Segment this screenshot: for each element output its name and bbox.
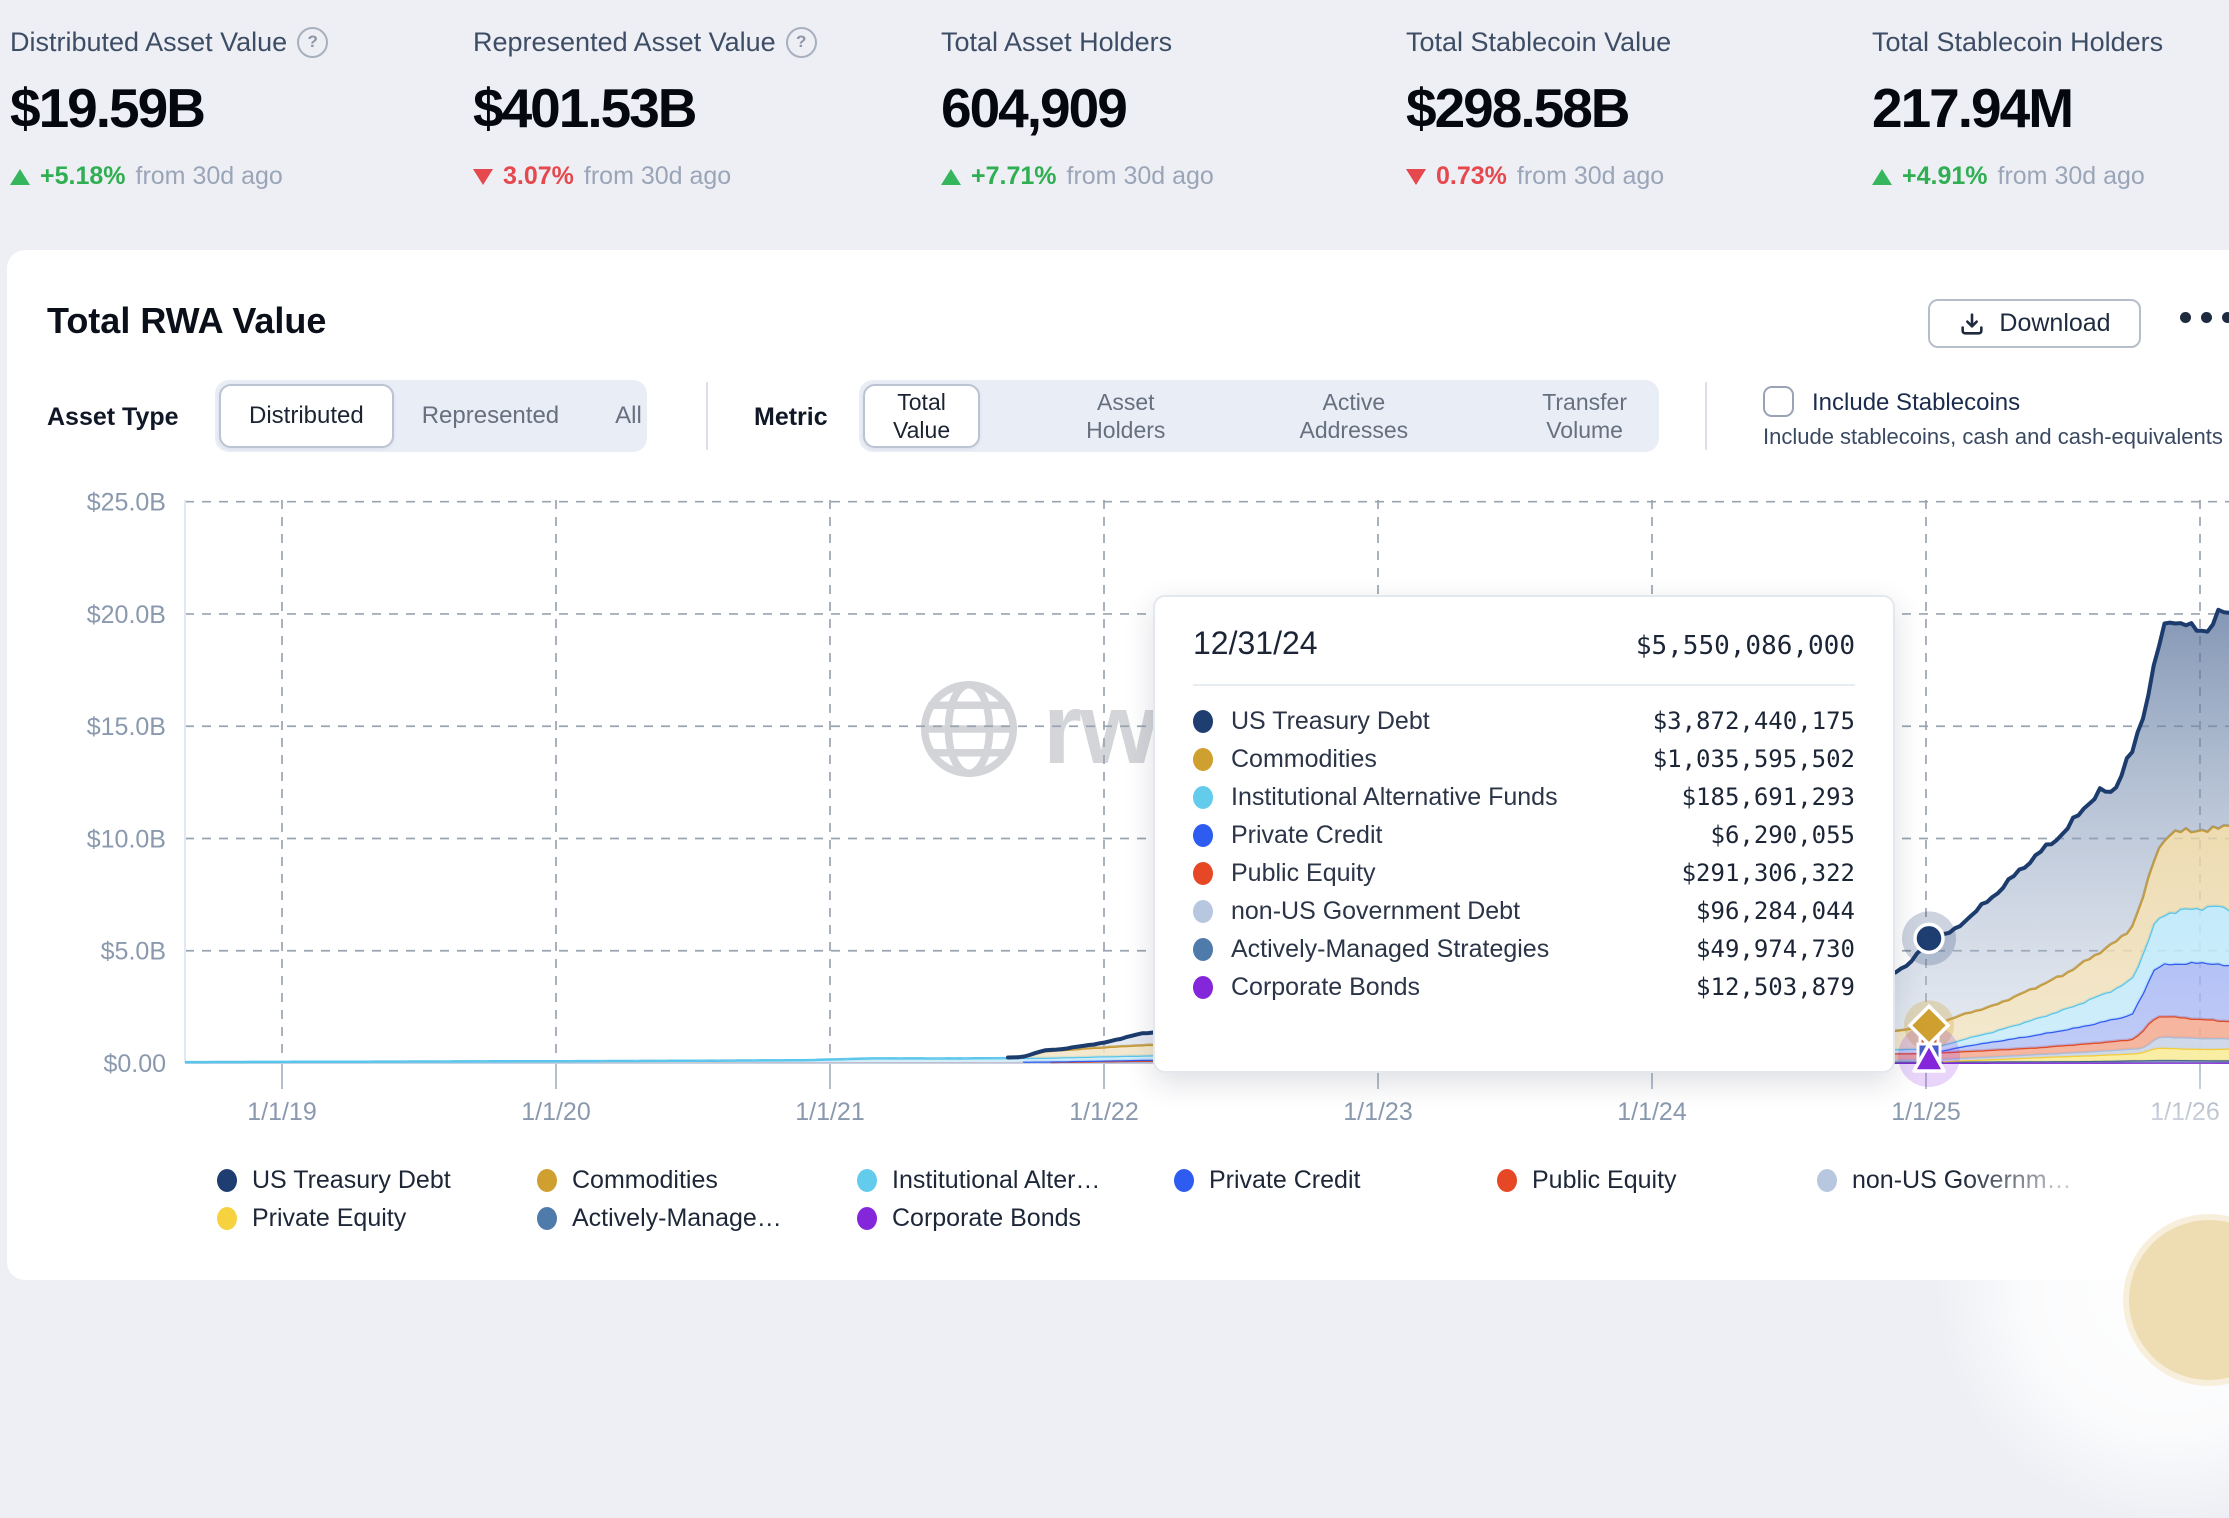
legend-color-dot [1174,1169,1194,1192]
legend-color-dot [537,1207,557,1230]
legend-label: US Treasury Debt [252,1166,451,1195]
legend-item-public-equity[interactable]: Public Equity [1497,1166,1677,1195]
tooltip-series-value: $1,035,595,502 [1653,745,1855,773]
series-color-dot [1193,786,1213,809]
tooltip-rows: US Treasury Debt $3,872,440,175 Commoditie… [1193,702,1855,1006]
x-axis-tick-label: 1/1/24 [1617,1098,1687,1126]
legend-item-us-treasury-debt[interactable]: US Treasury Debt [217,1166,451,1195]
tooltip-total-value: $5,550,086,000 [1636,631,1855,661]
series-color-dot [1193,824,1213,847]
legend-label: Commodities [572,1166,718,1195]
tooltip-series-value: $96,284,044 [1696,897,1855,925]
legend-color-dot [217,1169,237,1192]
legend-label: Private Equity [252,1204,406,1233]
tooltip-series-label: Actively-Managed Strategies [1231,935,1549,964]
tooltip-row: Public Equity $291,306,322 [1193,854,1855,892]
marker-circle-us-treasury [1915,924,1943,952]
chart-tooltip: 12/31/24 $5,550,086,000 US Treasury Debt… [1153,595,1895,1073]
y-axis-tick-label: $5.0B [101,938,166,966]
legend-color-dot [217,1207,237,1230]
legend-color-dot [1817,1169,1837,1192]
tooltip-row: Private Credit $6,290,055 [1193,816,1855,854]
y-axis-tick-label: $10.0B [87,825,166,853]
legend-color-dot [1497,1169,1517,1192]
legend-label: Public Equity [1532,1166,1677,1195]
legend-item-private-equity[interactable]: Private Equity [217,1204,406,1233]
tooltip-series-label: Institutional Alternative Funds [1231,783,1558,812]
legend-color-dot [857,1169,877,1192]
legend-item-private-credit[interactable]: Private Credit [1174,1166,1360,1195]
legend-item-institutional-alter-[interactable]: Institutional Alter… [857,1166,1100,1195]
tooltip-row: non-US Government Debt $96,284,044 [1193,892,1855,930]
tooltip-row: US Treasury Debt $3,872,440,175 [1193,702,1855,740]
x-axis-tick-label: 1/1/23 [1343,1098,1413,1126]
tooltip-series-value: $6,290,055 [1711,821,1856,849]
legend-label: Private Credit [1209,1166,1360,1195]
legend-item-corporate-bonds[interactable]: Corporate Bonds [857,1204,1081,1233]
tooltip-series-label: non-US Government Debt [1231,897,1520,926]
tooltip-row: Corporate Bonds $12,503,879 [1193,968,1855,1006]
legend-color-dot [537,1169,557,1192]
x-axis-tick-label: 1/1/22 [1069,1098,1139,1126]
series-color-dot [1193,976,1213,999]
y-axis-tick-label: $25.0B [87,489,166,517]
tooltip-series-value: $3,872,440,175 [1653,707,1855,735]
legend-item-actively-manage-[interactable]: Actively-Manage… [537,1204,782,1233]
tooltip-series-value: $185,691,293 [1682,783,1855,811]
legend-color-dot [857,1207,877,1230]
series-color-dot [1193,900,1213,923]
tooltip-series-value: $12,503,879 [1696,973,1855,1001]
series-color-dot [1193,748,1213,771]
tooltip-date: 12/31/24 [1193,625,1318,662]
legend-item-commodities[interactable]: Commodities [537,1166,718,1195]
tooltip-divider [1193,684,1855,686]
series-color-dot [1193,710,1213,733]
x-axis-tick-label: 1/1/20 [521,1098,591,1126]
tooltip-series-label: Private Credit [1231,821,1382,850]
tooltip-series-label: US Treasury Debt [1231,707,1430,736]
tooltip-series-value: $49,974,730 [1696,935,1855,963]
tooltip-row: Commodities $1,035,595,502 [1193,740,1855,778]
tooltip-series-value: $291,306,322 [1682,859,1855,887]
tooltip-series-label: Public Equity [1231,859,1376,888]
y-axis-tick-label: $0.00 [103,1050,166,1078]
y-axis-tick-label: $20.0B [87,601,166,629]
x-axis-tick-label: 1/1/21 [795,1098,865,1126]
tooltip-series-label: Corporate Bonds [1231,973,1420,1002]
series-color-dot [1193,862,1213,885]
x-axis-tick-label: 1/1/25 [1891,1098,1961,1126]
tooltip-row: Institutional Alternative Funds $185,691,… [1193,778,1855,816]
y-axis-tick-label: $15.0B [87,713,166,741]
x-axis-tick-label: 1/1/19 [247,1098,317,1126]
tooltip-series-label: Commodities [1231,745,1377,774]
legend-label: Institutional Alter… [892,1166,1100,1195]
legend-label: Actively-Manage… [572,1204,782,1233]
tooltip-row: Actively-Managed Strategies $49,974,730 [1193,930,1855,968]
series-color-dot [1193,938,1213,961]
legend-label: Corporate Bonds [892,1204,1081,1233]
